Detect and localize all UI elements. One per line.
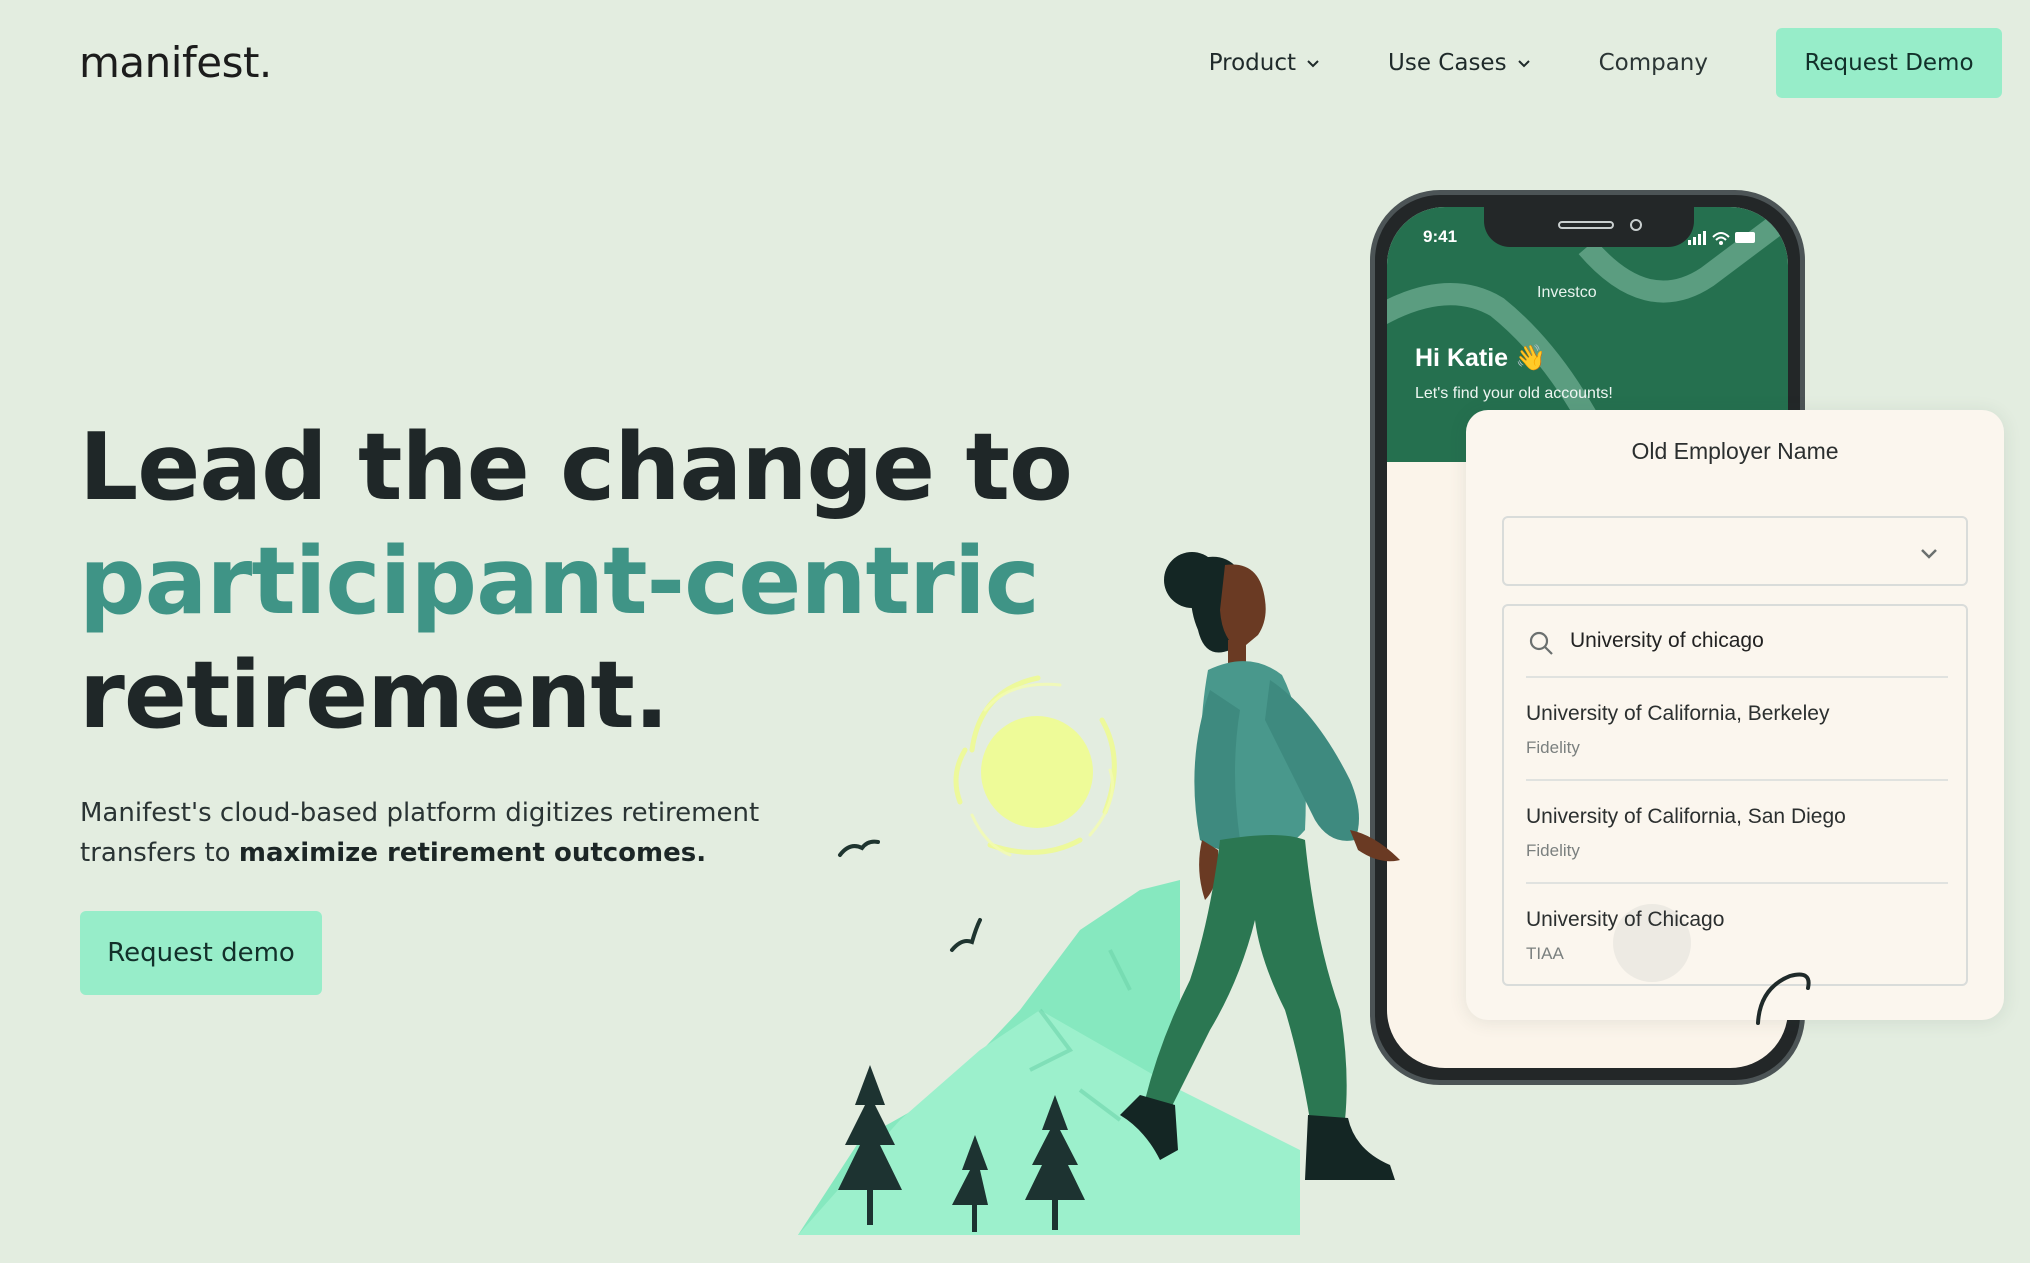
nav-use-cases-label: Use Cases [1388,50,1507,76]
request-demo-hero-button[interactable]: Request demo [80,911,322,995]
main-nav: Product Use Cases Company Request Demo [1209,28,2002,98]
subtitle-bold: maximize retirement outcomes. [238,838,707,868]
result-name: University of California, San Diego [1526,805,1846,828]
hero-illustration: 9:41 Investco Hi Katie 👋 Let's find your… [780,190,2030,1263]
chevron-down-icon [1921,549,1937,559]
headline-line-3: retirement. [79,641,669,749]
employer-search-input[interactable] [1570,620,1770,662]
phone-subtitle: Let's find your old accounts! [1415,385,1613,402]
nav-use-cases[interactable]: Use Cases [1388,50,1531,76]
nav-product-label: Product [1208,50,1297,76]
result-option[interactable]: University of California, San Diego Fide… [1526,779,1948,882]
result-name: University of Chicago [1526,908,1725,931]
status-icons [1688,231,1755,245]
result-provider: Fidelity [1526,841,1580,860]
employer-results: University of California, Berkeley Fidel… [1502,604,1968,986]
chevron-down-icon [1517,60,1530,68]
nav-product[interactable]: Product [1209,50,1320,76]
search-icon [1529,631,1553,655]
manifest-logo[interactable]: manifest. [79,38,272,87]
hero-subtitle: Manifest's cloud-based platform digitize… [80,793,780,873]
phone-brand: Investco [1537,284,1597,301]
walking-woman-illustration [1120,552,1400,1180]
result-provider: Fidelity [1526,738,1580,757]
result-option[interactable]: University of California, Berkeley Fidel… [1526,676,1948,779]
employer-search-row [1504,606,1966,676]
chevron-down-icon [1307,60,1319,68]
sun-icon [953,675,1117,857]
employer-dropdown[interactable] [1502,516,1968,586]
result-provider: TIAA [1526,944,1564,963]
phone-greeting: Hi Katie 👋 [1415,344,1547,372]
result-option[interactable]: University of Chicago TIAA [1526,882,1948,985]
card-title: Old Employer Name [1631,438,1839,464]
nav-company[interactable]: Company [1599,50,1708,76]
result-name: University of California, Berkeley [1526,702,1830,725]
employer-search-card: Old Employer Name University of Californ… [1466,410,2004,1020]
request-demo-nav-button[interactable]: Request Demo [1776,28,2002,98]
hook-decoration [1756,972,1811,1025]
bird-icon [950,918,982,952]
nav-company-label: Company [1598,50,1708,76]
phone-notch [1484,207,1694,247]
bird-icon [838,839,880,857]
phone-time: 9:41 [1423,227,1458,246]
